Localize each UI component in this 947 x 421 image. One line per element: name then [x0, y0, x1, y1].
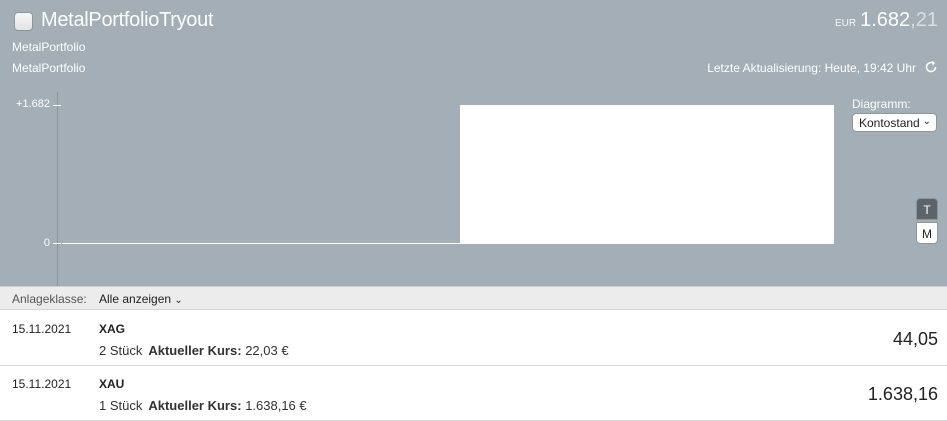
portfolio-checkbox[interactable] [14, 12, 33, 31]
position-date: 15.11.2021 [12, 377, 72, 391]
diagram-select-value: Kontostand [859, 116, 920, 130]
asset-class-value: Alle anzeigen [99, 292, 172, 306]
position-date: 15.11.2021 [12, 322, 72, 336]
chevron-down-icon: ⌄ [174, 295, 183, 306]
refresh-icon[interactable] [924, 60, 938, 74]
asset-class-dropdown[interactable]: Alle anzeigen ⌄ [99, 292, 183, 306]
filter-label: Anlageklasse: [12, 292, 87, 306]
portfolio-title: MetalPortfolioTryout [41, 9, 214, 31]
table-row[interactable]: 15.11.2021 XAU 1 Stück Aktueller Kurs: 1.… [0, 366, 947, 421]
account-name: MetalPortfolio [12, 40, 86, 54]
segment-t-button[interactable]: T [916, 198, 938, 220]
portfolio-header: MetalPortfolioTryout MetalPortfolio Meta… [0, 0, 947, 286]
currency-label: EUR [835, 18, 857, 29]
chart-bar [460, 105, 834, 244]
position-quantity: 2 Stück [99, 343, 143, 358]
position-quantity: 1 Stück [99, 398, 143, 413]
account-subtitle: MetalPortfolio [12, 61, 86, 75]
filter-bar: Anlageklasse: Alle anzeigen ⌄ [0, 286, 947, 310]
y-tick-mark [53, 243, 61, 244]
total-integer: 1.682 [860, 9, 911, 31]
diagram-label: Diagramm: [852, 97, 911, 111]
chevron-down-icon: ⌄ [922, 116, 931, 127]
y-tick-label: +1.682 [16, 98, 50, 110]
position-price: 1.638,16 € [245, 398, 307, 413]
position-price: 22,03 € [245, 343, 289, 358]
position-symbol: XAG [99, 322, 126, 336]
price-label: Aktueller Kurs: [148, 398, 242, 413]
position-value: 1.638,16 [867, 384, 938, 404]
price-label: Aktueller Kurs: [148, 343, 242, 358]
position-detail: 1 Stück Aktueller Kurs: 1.638,16 € [99, 398, 307, 413]
segment-m-button[interactable]: M [916, 222, 938, 244]
position-symbol: XAU [99, 377, 125, 391]
diagram-select[interactable]: Kontostand ⌄ [852, 113, 937, 132]
chart-y-axis [57, 92, 58, 286]
table-row[interactable]: 15.11.2021 XAG 2 Stück Aktueller Kurs: 22… [0, 311, 947, 366]
last-update-text: Letzte Aktualisierung: Heute, 19:42 Uhr [707, 61, 916, 75]
y-tick-label: 0 [43, 237, 50, 249]
y-tick-mark [53, 105, 61, 106]
position-value: 44,05 [892, 329, 938, 349]
position-detail: 2 Stück Aktueller Kurs: 22,03 € [99, 343, 289, 358]
total-decimal: ,21 [910, 9, 938, 31]
total-balance: EUR 1.682,21 [835, 9, 938, 32]
